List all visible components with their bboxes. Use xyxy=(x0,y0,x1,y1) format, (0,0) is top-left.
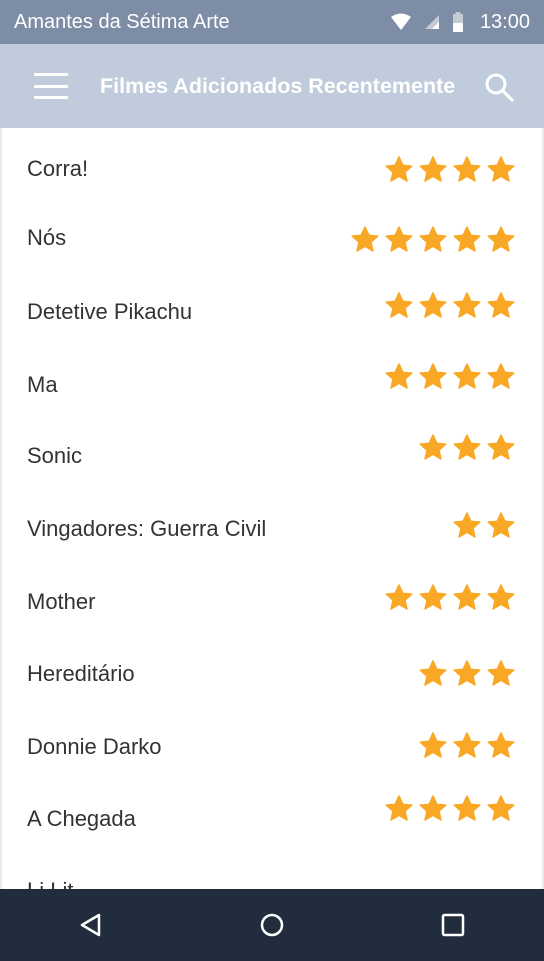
app-bar: Filmes Adicionados Recentemente xyxy=(0,44,544,128)
list-item[interactable]: A Chegada xyxy=(0,782,544,854)
list-item[interactable]: Li Lit xyxy=(0,854,544,889)
list-item[interactable]: Detetive Pikachu xyxy=(0,272,544,344)
rating-stars xyxy=(350,225,516,255)
list-item[interactable]: Hereditário xyxy=(0,636,544,708)
navigation-bar xyxy=(0,889,544,961)
star-icon xyxy=(453,660,481,686)
star-icon xyxy=(487,156,515,182)
star-icon xyxy=(419,434,447,460)
star-icon xyxy=(385,226,413,252)
movie-title: Nós xyxy=(27,225,67,250)
list-item[interactable]: Sonic xyxy=(0,416,544,488)
star-icon xyxy=(453,226,481,252)
list-item[interactable]: Mother xyxy=(0,564,544,636)
rating-stars xyxy=(384,583,516,613)
recents-icon[interactable] xyxy=(423,895,483,955)
hamburger-menu-icon[interactable] xyxy=(34,73,68,99)
star-icon xyxy=(487,363,515,389)
star-icon xyxy=(419,363,447,389)
star-icon xyxy=(385,795,413,821)
movie-title: Li Lit xyxy=(27,878,73,889)
star-icon xyxy=(453,292,481,318)
clock-time: 13:00 xyxy=(479,10,530,33)
movie-title: Vingadores: Guerra Civil xyxy=(27,516,267,541)
home-icon[interactable] xyxy=(242,895,302,955)
star-icon xyxy=(487,434,515,460)
star-icon xyxy=(487,732,515,758)
star-icon xyxy=(351,226,379,252)
page-title: Filmes Adicionados Recentemente xyxy=(100,73,456,98)
star-icon xyxy=(487,795,515,821)
movie-title: Detetive Pikachu xyxy=(27,299,193,324)
battery-icon xyxy=(452,12,463,32)
rating-stars xyxy=(384,155,516,185)
search-icon[interactable] xyxy=(484,72,514,102)
movie-title: Corra! xyxy=(27,156,89,181)
star-icon xyxy=(453,363,481,389)
star-icon xyxy=(419,226,447,252)
star-icon xyxy=(453,732,481,758)
star-icon xyxy=(419,156,447,182)
rating-stars xyxy=(384,291,516,321)
movie-title: A Chegada xyxy=(27,806,136,831)
star-icon xyxy=(385,292,413,318)
star-icon xyxy=(453,584,481,610)
list-item[interactable]: Ma xyxy=(0,346,544,418)
status-bar: Amantes da Sétima Arte 13:00 xyxy=(0,0,544,44)
rating-stars xyxy=(418,731,516,761)
star-icon xyxy=(419,660,447,686)
star-icon xyxy=(487,584,515,610)
star-icon xyxy=(453,512,481,538)
list-item[interactable]: Corra! xyxy=(0,128,544,200)
star-icon xyxy=(487,292,515,318)
star-icon xyxy=(453,434,481,460)
rating-stars xyxy=(418,433,516,463)
star-icon xyxy=(453,156,481,182)
movie-title: Ma xyxy=(27,372,58,397)
movie-title: Mother xyxy=(27,589,96,614)
rating-stars xyxy=(418,659,516,689)
star-icon xyxy=(487,512,515,538)
status-icons: 13:00 xyxy=(390,11,530,34)
app-name: Amantes da Sétima Arte xyxy=(14,10,230,33)
star-icon xyxy=(487,660,515,686)
star-icon xyxy=(419,795,447,821)
star-icon xyxy=(385,584,413,610)
star-icon xyxy=(419,584,447,610)
rating-stars xyxy=(384,362,516,392)
star-icon xyxy=(385,363,413,389)
signal-icon xyxy=(424,15,439,29)
list-item[interactable]: Nós xyxy=(0,200,544,272)
movie-title: Sonic xyxy=(27,443,83,468)
list-item[interactable]: Vingadores: Guerra Civil xyxy=(0,490,544,562)
list-item[interactable]: Donnie Darko xyxy=(0,708,544,780)
star-icon xyxy=(385,156,413,182)
rating-stars xyxy=(384,794,516,824)
star-icon xyxy=(419,732,447,758)
wifi-icon xyxy=(390,13,411,30)
rating-stars xyxy=(452,511,516,541)
star-icon xyxy=(419,292,447,318)
movie-title: Hereditário xyxy=(27,661,135,686)
back-icon[interactable] xyxy=(61,895,121,955)
movie-list[interactable]: Corra! Nós Detetive Pikachu Ma Sonic Vingador… xyxy=(0,128,544,889)
star-icon xyxy=(487,226,515,252)
star-icon xyxy=(453,795,481,821)
movie-title: Donnie Darko xyxy=(27,734,162,759)
